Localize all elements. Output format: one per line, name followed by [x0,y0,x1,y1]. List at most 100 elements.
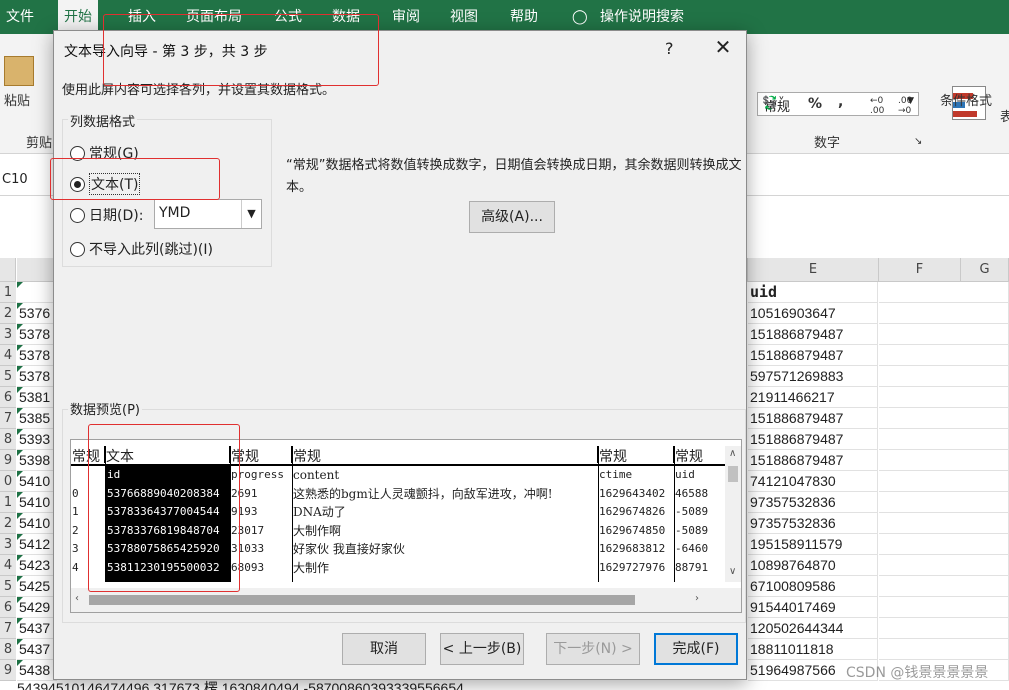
cell-f[interactable] [879,639,1009,660]
cell-a[interactable]: 5378 [17,324,57,345]
cell-a[interactable]: 5437 [17,618,57,639]
column-header-g[interactable]: G [961,258,1009,282]
cell-f[interactable] [879,471,1009,492]
tab-file[interactable]: 文件 [0,0,40,34]
cell-e[interactable]: 151886879487 [748,345,878,366]
preview-col-header[interactable]: 常规 [598,446,674,465]
row-header[interactable]: 8 [0,639,16,660]
preview-col-header[interactable]: 常规 [674,446,710,465]
scroll-up-icon[interactable]: ∧ [729,448,736,459]
cell-f[interactable] [879,366,1009,387]
cell-a[interactable]: 5376 [17,303,57,324]
cell-f[interactable] [879,576,1009,597]
cell-f[interactable] [879,324,1009,345]
cell-f[interactable] [879,618,1009,639]
cell-a[interactable]: 5410 [17,513,57,534]
cell-f[interactable] [879,555,1009,576]
cell-e[interactable]: 97357532836 [748,492,878,513]
preview-col-header[interactable]: 常规 [292,446,598,465]
row-header[interactable]: 7 [0,408,16,429]
cell-f[interactable] [879,534,1009,555]
cell-e[interactable]: 21911466217 [748,387,878,408]
lightbulb-icon[interactable]: ◯ [566,0,594,34]
row-header[interactable]: 1 [0,492,16,513]
scroll-thumb[interactable] [89,595,635,605]
back-button[interactable]: < 上一步(B) [440,633,524,665]
cell-a[interactable]: 5381 [17,387,57,408]
preview-column-divider[interactable] [598,446,599,582]
cell-a[interactable]: 5425 [17,576,57,597]
row-header[interactable]: 8 [0,429,16,450]
cell-e[interactable]: 597571269883 [748,366,878,387]
close-icon[interactable]: ✕ [711,35,735,59]
cell-f[interactable] [879,345,1009,366]
table-format-label[interactable]: 表 [1000,106,1009,125]
comma-style-button[interactable]: , [838,94,843,110]
cell-a[interactable]: 5378 [17,345,57,366]
cell-e[interactable]: 10898764870 [748,555,878,576]
row-header[interactable]: 2 [0,513,16,534]
paste-icon[interactable] [4,56,34,86]
finish-button[interactable]: 完成(F) [654,633,738,665]
preview-column-divider[interactable] [674,446,675,582]
cell-a[interactable]: 5410 [17,471,57,492]
cell-a[interactable]: 5437 [17,639,57,660]
cell-e[interactable]: 151886879487 [748,324,878,345]
column-header-e[interactable]: E [748,258,879,282]
cancel-button[interactable]: 取消 [342,633,426,665]
row-header[interactable]: 2 [0,303,16,324]
tab-help[interactable]: 帮助 [504,0,544,34]
name-box[interactable]: C10 [0,166,56,196]
row-header[interactable]: 7 [0,618,16,639]
preview-vertical-scrollbar[interactable]: ∧ ∨ [725,446,741,582]
cell-a[interactable] [17,282,57,303]
cell-a[interactable]: 5378 [17,366,57,387]
row-header[interactable]: 0 [0,471,16,492]
cell-e[interactable]: 10516903647 [748,303,878,324]
cell-f[interactable] [879,387,1009,408]
cell-e[interactable]: 120502644344 [748,618,878,639]
cell-a[interactable]: 5393 [17,429,57,450]
row-header[interactable]: 4 [0,345,16,366]
cell-a[interactable]: 5385 [17,408,57,429]
radio-date[interactable]: 日期(D): [70,205,143,225]
row-header[interactable]: 3 [0,534,16,555]
row-header[interactable]: 1 [0,282,16,303]
cell-f[interactable] [879,408,1009,429]
percent-style-button[interactable]: % [808,96,822,112]
cell-e[interactable]: 97357532836 [748,513,878,534]
cell-a[interactable]: 5398 [17,450,57,471]
tab-review[interactable]: 审阅 [386,0,426,34]
cell-f[interactable] [879,282,1009,303]
dialog-launcher-icon[interactable]: ↘ [914,136,922,147]
tell-me-search[interactable]: 操作说明搜索 [594,0,690,34]
next-button[interactable]: 下一步(N) > [546,633,640,665]
cell-e[interactable]: 18811011818 [748,639,878,660]
decrease-decimal-button[interactable]: .00 →0 [898,96,920,116]
tab-view[interactable]: 视图 [444,0,484,34]
cell-e[interactable]: 151886879487 [748,450,878,471]
scroll-thumb[interactable] [728,466,738,482]
row-header[interactable]: 3 [0,324,16,345]
scroll-down-icon[interactable]: ∨ [729,566,736,577]
select-all-corner[interactable] [0,258,16,282]
cell-e[interactable]: 151886879487 [748,408,878,429]
cell-e[interactable]: 195158911579 [748,534,878,555]
row-header[interactable]: 5 [0,576,16,597]
cell-e[interactable]: 151886879487 [748,429,878,450]
scroll-right-icon[interactable]: › [695,593,699,604]
help-icon[interactable]: ? [665,39,674,58]
cell-a[interactable]: 5410 [17,492,57,513]
paste-label[interactable]: 粘贴 [4,90,30,109]
column-header-f[interactable]: F [879,258,961,282]
row-header[interactable]: 9 [0,450,16,471]
row-header[interactable]: 6 [0,387,16,408]
scroll-left-icon[interactable]: ‹ [75,593,79,604]
cell-e[interactable]: 74121047830 [748,471,878,492]
row-header[interactable]: 9 [0,660,16,681]
row-header[interactable]: 5 [0,366,16,387]
cell-e[interactable]: 91544017469 [748,597,878,618]
radio-skip-column[interactable]: 不导入此列(跳过)(I) [70,239,213,259]
date-format-select[interactable]: YMD ▼ [154,199,262,229]
cell-f[interactable] [879,513,1009,534]
